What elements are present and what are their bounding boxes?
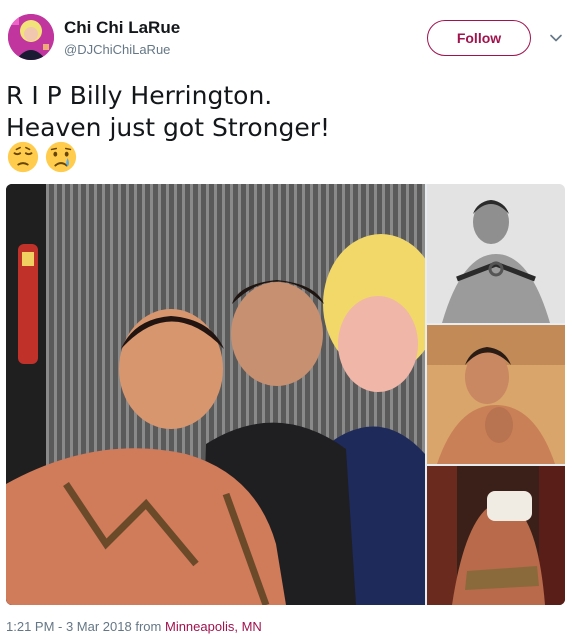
location-link[interactable]: Minneapolis, MN <box>165 619 262 634</box>
author-display-name[interactable]: Chi Chi LaRue <box>64 18 180 38</box>
pensive-face-emoji <box>6 140 40 176</box>
gladiator-portrait[interactable] <box>427 466 565 605</box>
tweet-text: R I P Billy Herrington. Heaven just got … <box>6 80 330 144</box>
from-label: from <box>135 619 162 634</box>
follow-button[interactable]: Follow <box>427 20 531 56</box>
group-photo[interactable] <box>6 184 425 605</box>
profile-avatar[interactable] <box>8 14 54 60</box>
tweet-meta: 1:21 PM - 3 Mar 2018 from Minneapolis, M… <box>6 619 262 634</box>
media-grid <box>6 184 565 605</box>
crying-face-emoji <box>44 140 78 176</box>
emoji-row <box>6 140 78 176</box>
tweet-header: Chi Chi LaRue @DJChiChiLaRue Follow <box>0 0 572 70</box>
timestamp[interactable]: 1:21 PM - 3 Mar 2018 <box>6 619 132 634</box>
chevron-down-icon[interactable] <box>548 30 564 46</box>
tweet-text-line-1: R I P Billy Herrington. <box>6 81 273 110</box>
harness-portrait[interactable] <box>427 184 565 323</box>
author-handle[interactable]: @DJChiChiLaRue <box>64 42 170 57</box>
outdoor-portrait[interactable] <box>427 325 565 464</box>
